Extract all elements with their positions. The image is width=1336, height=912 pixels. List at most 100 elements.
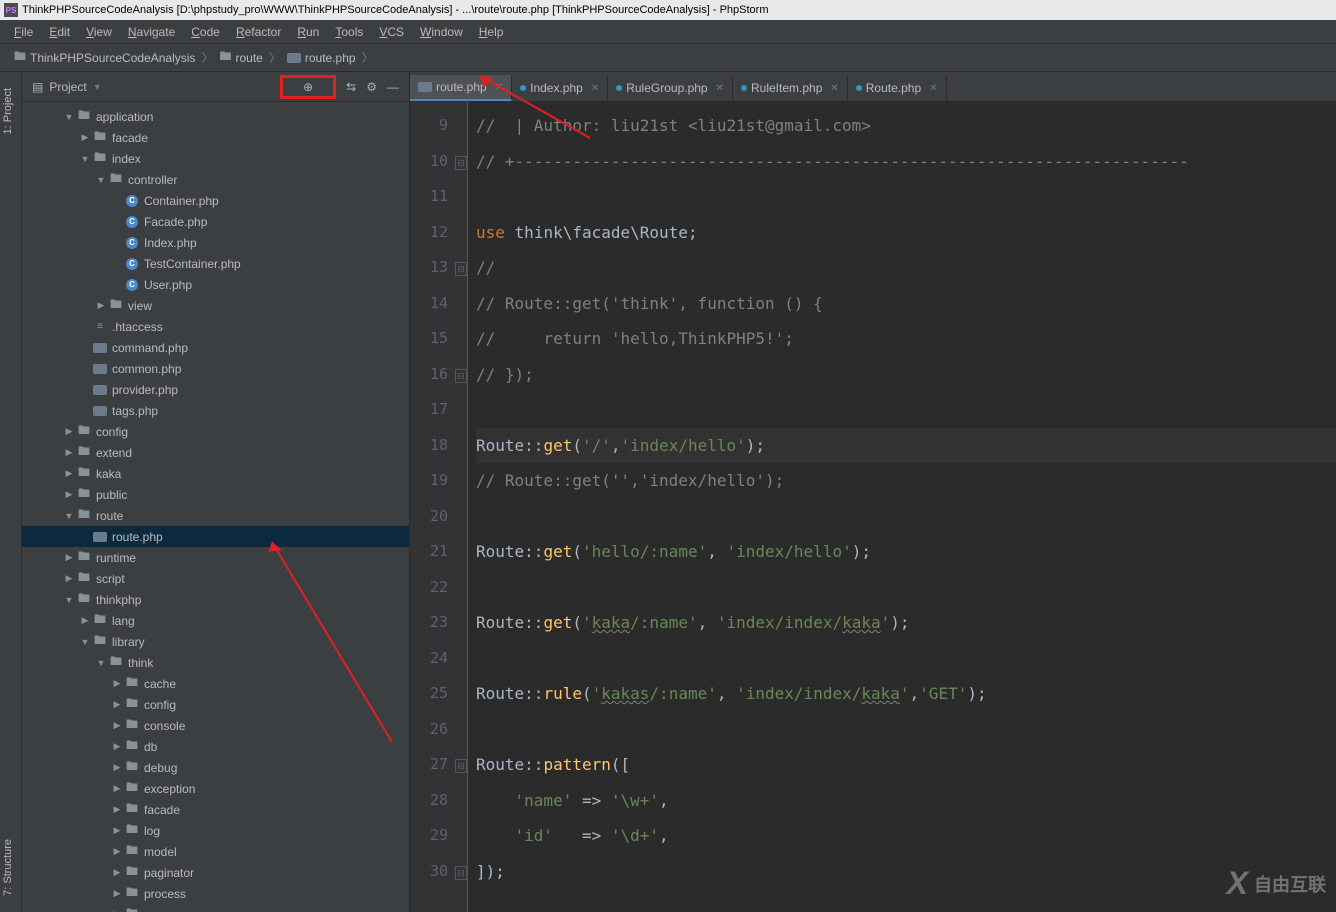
tree-arrow-icon[interactable] [62, 447, 76, 458]
tab-Index-php[interactable]: Index.php✕ [512, 75, 608, 101]
tree-item-extend[interactable]: 🖿extend [22, 442, 409, 463]
tree-item-cache[interactable]: 🖿cache [22, 673, 409, 694]
tree-arrow-icon[interactable] [110, 888, 124, 899]
code-line[interactable] [476, 712, 1336, 748]
tree-arrow-icon[interactable] [110, 699, 124, 710]
fold-icon[interactable]: ⊟ [455, 369, 467, 383]
fold-icon[interactable]: ⊟ [455, 156, 467, 170]
breadcrumb-file[interactable]: route.php [283, 51, 360, 65]
code-line[interactable] [476, 570, 1336, 606]
tree-arrow-icon[interactable] [62, 552, 76, 563]
tree-arrow-icon[interactable] [110, 741, 124, 752]
fold-gutter[interactable]: ⊟ ⊟ ⊟ ⊟ ⊟ [456, 102, 468, 912]
tree-item-db[interactable]: 🖿db [22, 736, 409, 757]
code-line[interactable]: // Route::get('','index/hello'); [476, 463, 1336, 499]
tree-item-controller[interactable]: 🖿controller [22, 169, 409, 190]
tree-arrow-icon[interactable] [94, 175, 108, 185]
tree-item-config[interactable]: 🖿config [22, 694, 409, 715]
tree-item-model[interactable]: 🖿model [22, 841, 409, 862]
tree-arrow-icon[interactable] [62, 112, 76, 122]
tree-item-TestContainer-php[interactable]: CTestContainer.php [22, 253, 409, 274]
tree-item-User-php[interactable]: CUser.php [22, 274, 409, 295]
menu-view[interactable]: View [78, 25, 120, 39]
gear-icon[interactable]: ⚙ [366, 80, 377, 94]
tree-item-public[interactable]: 🖿public [22, 484, 409, 505]
tree-item-exception[interactable]: 🖿exception [22, 778, 409, 799]
tree-item-Facade-php[interactable]: CFacade.php [22, 211, 409, 232]
tree-arrow-icon[interactable] [94, 658, 108, 668]
tree-arrow-icon[interactable] [62, 426, 76, 437]
tree-item-application[interactable]: 🖿application [22, 106, 409, 127]
tree-arrow-icon[interactable] [62, 595, 76, 605]
tab-RuleGroup-php[interactable]: RuleGroup.php✕ [608, 75, 733, 101]
tree-item-log[interactable]: 🖿log [22, 820, 409, 841]
tree-item-common-php[interactable]: common.php [22, 358, 409, 379]
tree-arrow-icon[interactable] [110, 783, 124, 794]
fold-icon[interactable]: ⊟ [455, 262, 467, 276]
close-icon[interactable]: ✕ [591, 83, 599, 94]
code-line[interactable]: // }); [476, 357, 1336, 393]
code-line[interactable]: 'name' => '\w+', [476, 783, 1336, 819]
menu-window[interactable]: Window [412, 25, 471, 39]
menu-edit[interactable]: Edit [41, 25, 78, 39]
close-icon[interactable]: ✕ [716, 83, 724, 94]
tree-item-thinkphp[interactable]: 🖿thinkphp [22, 589, 409, 610]
code-line[interactable]: Route::get('hello/:name', 'index/hello')… [476, 534, 1336, 570]
tree-arrow-icon[interactable] [78, 637, 92, 647]
tree-item-kaka[interactable]: 🖿kaka [22, 463, 409, 484]
code-area[interactable]: 9101112131415161718192021222324252627282… [410, 102, 1336, 912]
tree-item-config[interactable]: 🖿config [22, 421, 409, 442]
tree-item-runtime[interactable]: 🖿runtime [22, 547, 409, 568]
tree-arrow-icon[interactable] [78, 615, 92, 626]
close-icon[interactable]: ✕ [929, 83, 937, 94]
breadcrumb-folder[interactable]: 🖿route [215, 47, 266, 68]
close-icon[interactable]: ✕ [830, 83, 838, 94]
fold-icon[interactable]: ⊟ [455, 866, 467, 880]
collapse-icon[interactable]: ⇆ [346, 80, 356, 94]
tree-arrow-icon[interactable] [110, 846, 124, 857]
project-tool-tab[interactable]: 1: Project [0, 80, 21, 142]
tab-route-php[interactable]: route.php✕ [410, 75, 512, 101]
menu-refactor[interactable]: Refactor [228, 25, 289, 39]
structure-tool-tab[interactable]: 7: Structure [0, 831, 21, 904]
tree-item--htaccess[interactable]: ≡.htaccess [22, 316, 409, 337]
tree-arrow-icon[interactable] [110, 825, 124, 836]
minimize-icon[interactable]: — [387, 80, 399, 94]
menu-tools[interactable]: Tools [327, 25, 371, 39]
tree-item-library[interactable]: 🖿library [22, 631, 409, 652]
sidebar-title[interactable]: Project [49, 80, 86, 94]
tree-item-response[interactable]: 🖿response [22, 904, 409, 912]
tree-arrow-icon[interactable] [110, 678, 124, 689]
menu-vcs[interactable]: VCS [371, 25, 412, 39]
dropdown-icon[interactable]: ▼ [93, 82, 102, 92]
highlighted-target-icon[interactable]: ⊕ [280, 75, 336, 99]
tree-item-facade[interactable]: 🖿facade [22, 799, 409, 820]
tree-arrow-icon[interactable] [94, 300, 108, 311]
tree-arrow-icon[interactable] [110, 720, 124, 731]
tree-item-route-php[interactable]: route.php [22, 526, 409, 547]
tree-item-console[interactable]: 🖿console [22, 715, 409, 736]
tree-arrow-icon[interactable] [78, 132, 92, 143]
tree-item-view[interactable]: 🖿view [22, 295, 409, 316]
tree-arrow-icon[interactable] [62, 511, 76, 521]
code-content[interactable]: // | Author: liu21st <liu21st@gmail.com>… [468, 102, 1336, 912]
code-line[interactable]: // Route::get('think', function () { [476, 286, 1336, 322]
code-line[interactable]: // | Author: liu21st <liu21st@gmail.com> [476, 108, 1336, 144]
tree-item-tags-php[interactable]: tags.php [22, 400, 409, 421]
tree-item-paginator[interactable]: 🖿paginator [22, 862, 409, 883]
menu-file[interactable]: File [6, 25, 41, 39]
code-line[interactable]: // [476, 250, 1336, 286]
tab-RuleItem-php[interactable]: RuleItem.php✕ [733, 75, 848, 101]
tree-arrow-icon[interactable] [62, 573, 76, 584]
tree-item-index[interactable]: 🖿index [22, 148, 409, 169]
code-line[interactable]: // +------------------------------------… [476, 144, 1336, 180]
code-line[interactable]: use think\facade\Route; [476, 215, 1336, 251]
tree-item-command-php[interactable]: command.php [22, 337, 409, 358]
tree-item-Container-php[interactable]: CContainer.php [22, 190, 409, 211]
fold-icon[interactable]: ⊟ [455, 759, 467, 773]
tree-item-lang[interactable]: 🖿lang [22, 610, 409, 631]
code-line[interactable]: 'id' => '\d+', [476, 818, 1336, 854]
tree-item-script[interactable]: 🖿script [22, 568, 409, 589]
tree-arrow-icon[interactable] [110, 762, 124, 773]
code-line[interactable] [476, 499, 1336, 535]
